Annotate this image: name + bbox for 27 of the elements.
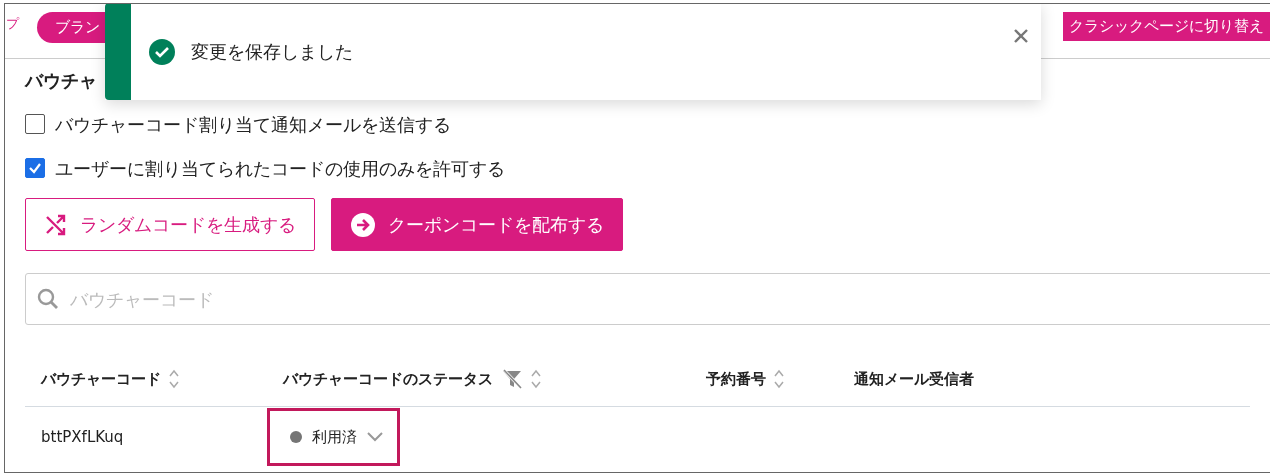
generate-code-button[interactable]: ランダムコードを生成する: [25, 198, 315, 251]
column-header: 予約番号: [706, 368, 766, 390]
classic-page-button[interactable]: クラシックページに切り替え: [1063, 12, 1270, 41]
close-icon: [1013, 27, 1029, 44]
checkbox-label: バウチャーコード割り当て通知メールを送信する: [55, 112, 451, 137]
check-circle-icon: [149, 38, 175, 65]
sort-icon[interactable]: [774, 367, 784, 390]
nav-link[interactable]: プ: [6, 14, 19, 34]
table-cell: bttPXfLKuq: [41, 427, 124, 446]
filter-off-icon[interactable]: [501, 367, 523, 390]
toast-message: 変更を保存しました: [191, 40, 353, 64]
search-field[interactable]: バウチャーコード: [25, 273, 1270, 325]
distribute-code-button[interactable]: クーポンコードを配布する: [331, 198, 623, 251]
chevron-down-icon: [367, 432, 383, 442]
checkbox[interactable]: [25, 114, 45, 134]
checkbox[interactable]: [25, 158, 45, 178]
column-header: 通知メール受信者: [854, 368, 974, 390]
section-title: バウチャ: [25, 69, 98, 93]
checkbox-label: ユーザーに割り当てられたコードの使用のみを許可する: [55, 156, 505, 181]
column-header: バウチャーコード: [41, 368, 161, 390]
arrow-circle-icon: [350, 211, 376, 238]
sort-icon[interactable]: [531, 367, 541, 390]
column-header: バウチャーコードのステータス: [283, 368, 493, 390]
sort-icon[interactable]: [169, 367, 179, 390]
checkmark-icon: [28, 161, 42, 175]
shuffle-icon: [44, 212, 68, 237]
status-dropdown[interactable]: 利用済: [267, 408, 400, 466]
